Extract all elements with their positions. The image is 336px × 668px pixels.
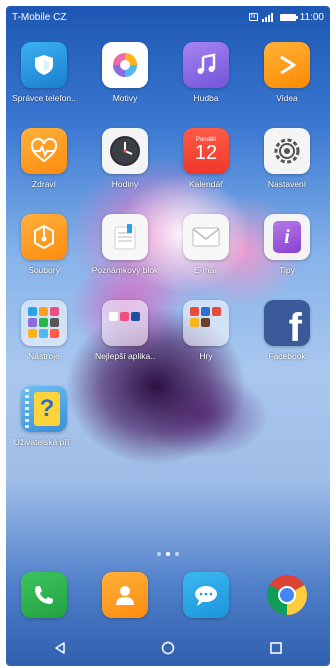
- navigation-bar: [6, 630, 330, 666]
- app-health[interactable]: Zdraví: [6, 128, 84, 189]
- app-music[interactable]: Hudba: [166, 42, 246, 103]
- nfc-icon: N: [248, 13, 258, 21]
- theme-brush-icon: [102, 42, 148, 88]
- page-dot: [157, 552, 161, 556]
- app-themes[interactable]: Motivy: [85, 42, 165, 103]
- info-icon: i: [264, 214, 310, 260]
- dock-phone[interactable]: [6, 572, 84, 618]
- back-button[interactable]: [40, 633, 80, 663]
- folder-games[interactable]: Hry: [166, 300, 246, 361]
- folder-icon: [21, 214, 67, 260]
- shield-icon: [21, 42, 67, 88]
- dock-contacts[interactable]: [85, 572, 165, 618]
- music-note-icon: [183, 42, 229, 88]
- app-tips[interactable]: i Tipy: [247, 214, 327, 275]
- recents-square-icon: [270, 642, 282, 654]
- app-phone-manager[interactable]: Správce telefon..: [6, 42, 84, 103]
- top-apps-folder-icon: [102, 300, 148, 346]
- facebook-icon: f: [264, 300, 310, 346]
- page-dot: [175, 552, 179, 556]
- tools-folder-icon: [21, 300, 67, 346]
- contacts-icon: [102, 572, 148, 618]
- app-notepad[interactable]: Poznámkový blok: [85, 214, 165, 275]
- recents-button[interactable]: [256, 633, 296, 663]
- dock-chrome[interactable]: [247, 572, 327, 618]
- phone-icon: [21, 572, 67, 618]
- dock-messages[interactable]: [166, 572, 246, 618]
- folder-top-apps[interactable]: Nejlepší aplika..: [85, 300, 165, 361]
- play-icon: [264, 42, 310, 88]
- home-button[interactable]: [148, 633, 188, 663]
- page-indicator: [6, 552, 330, 556]
- chrome-icon: [264, 572, 310, 618]
- carrier-name: T-Mobile CZ: [12, 11, 67, 23]
- mail-icon: [183, 214, 229, 260]
- signal-icon: [261, 12, 273, 22]
- status-bar: T-Mobile CZ N 11:00: [6, 6, 330, 28]
- clock-time: 11:00: [299, 11, 324, 23]
- app-videos[interactable]: Videa: [247, 42, 327, 103]
- back-triangle-icon: [55, 642, 65, 654]
- games-folder-icon: [183, 300, 229, 346]
- calendar-icon: Pondělí 12: [183, 128, 229, 174]
- folder-tools[interactable]: Nástroje: [6, 300, 84, 361]
- app-settings[interactable]: Nastavení: [247, 128, 327, 189]
- notepad-icon: [102, 214, 148, 260]
- home-screen: T-Mobile CZ N 11:00 Správce telefon.. Mo…: [6, 6, 330, 666]
- app-facebook[interactable]: f Facebook: [247, 300, 327, 361]
- app-email[interactable]: E-mail: [166, 214, 246, 275]
- app-files[interactable]: Soubory: [6, 214, 84, 275]
- home-circle-icon: [161, 641, 175, 655]
- app-calendar[interactable]: Pondělí 12 Kalendář: [166, 128, 246, 189]
- heart-icon: [21, 128, 67, 174]
- gear-icon: [264, 128, 310, 174]
- app-clock[interactable]: Hodiny: [85, 128, 165, 189]
- battery-icon: [279, 13, 298, 21]
- clock-icon: [102, 128, 148, 174]
- app-user-guide[interactable]: ? Uživatelská pří..: [6, 386, 84, 447]
- messages-icon: [183, 572, 229, 618]
- page-dot-active: [166, 552, 170, 556]
- user-guide-icon: ?: [21, 386, 67, 432]
